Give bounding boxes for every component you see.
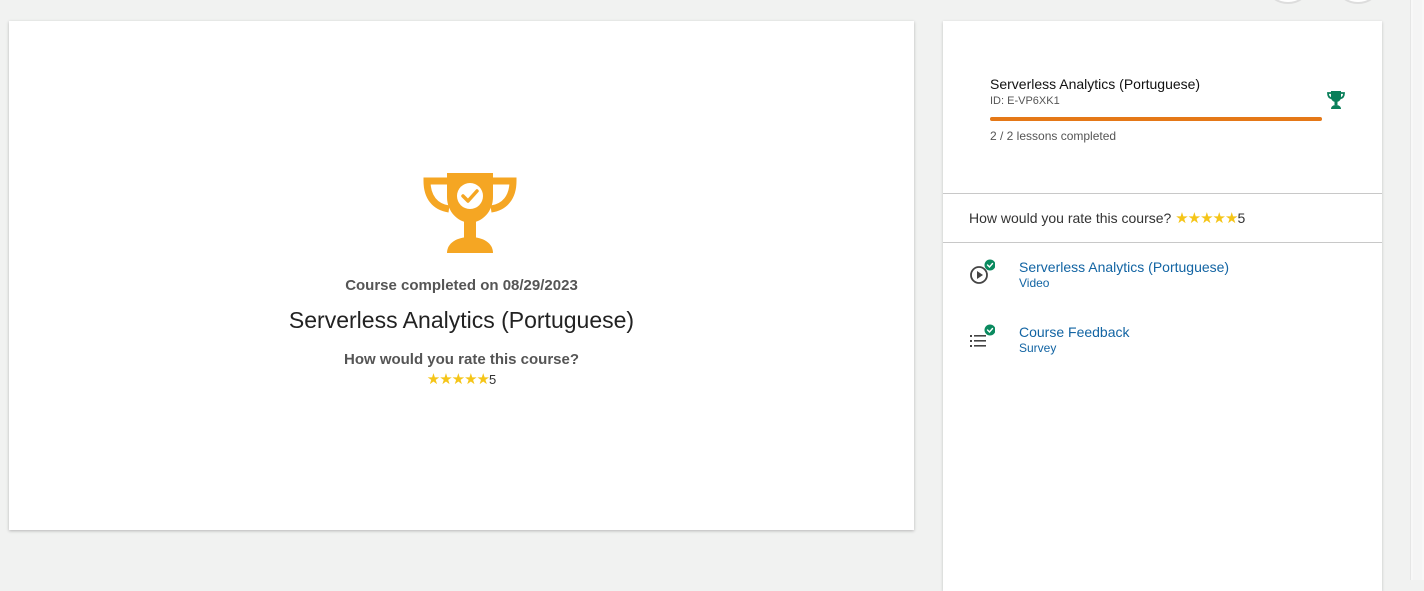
top-action-button-1[interactable] [1268,0,1308,4]
scrollbar[interactable] [1410,0,1424,580]
scrollbar-thumb[interactable] [1413,0,1422,580]
sidebar-divider [943,193,1382,194]
lesson-type: Survey [1019,341,1057,355]
lesson-title[interactable]: Serverless Analytics (Portuguese) [1019,259,1229,275]
rate-course-question: How would you rate this course? [343,351,580,368]
top-action-button-2[interactable] [1338,0,1378,4]
sidebar-course-title: Serverless Analytics (Portuguese) [990,76,1201,92]
sidebar-rating[interactable]: How would you rate this course? ★★★★★5 [969,209,1245,227]
course-sidebar: Serverless Analytics (Portuguese) ID: E-… [943,21,1382,591]
sidebar-rating-value: 5 [1237,210,1246,226]
completed-trophy-icon [1327,91,1345,109]
play-circle-icon [970,259,995,284]
rating-value: 5 [489,372,497,387]
sidebar-rate-question: How would you rate this course? [969,210,1172,226]
list-icon [970,324,995,347]
course-rating[interactable]: ★★★★★5 [9,370,914,388]
course-progress-fill [990,117,1322,121]
rating-stars-icon[interactable]: ★★★★★ [427,371,490,388]
lessons-completed-text: 2 / 2 lessons completed [990,129,1117,143]
completion-date-text: Course completed on 08/29/2023 [345,277,578,294]
trophy-icon [423,173,517,253]
lesson-type: Video [1019,276,1050,290]
lesson-item-survey[interactable]: Course Feedback Survey [969,324,1369,364]
course-id: ID: E-VP6XK1 [990,95,1060,107]
course-title: Serverless Analytics (Portuguese) [288,307,635,333]
course-completion-card: Course completed on 08/29/2023 Serverles… [9,21,914,530]
course-progress-bar [990,117,1322,121]
sidebar-rating-stars-icon[interactable]: ★★★★★ [1175,210,1238,227]
lesson-title[interactable]: Course Feedback [1019,324,1130,340]
lesson-item-video[interactable]: Serverless Analytics (Portuguese) Video [969,259,1369,299]
sidebar-divider [943,242,1382,243]
